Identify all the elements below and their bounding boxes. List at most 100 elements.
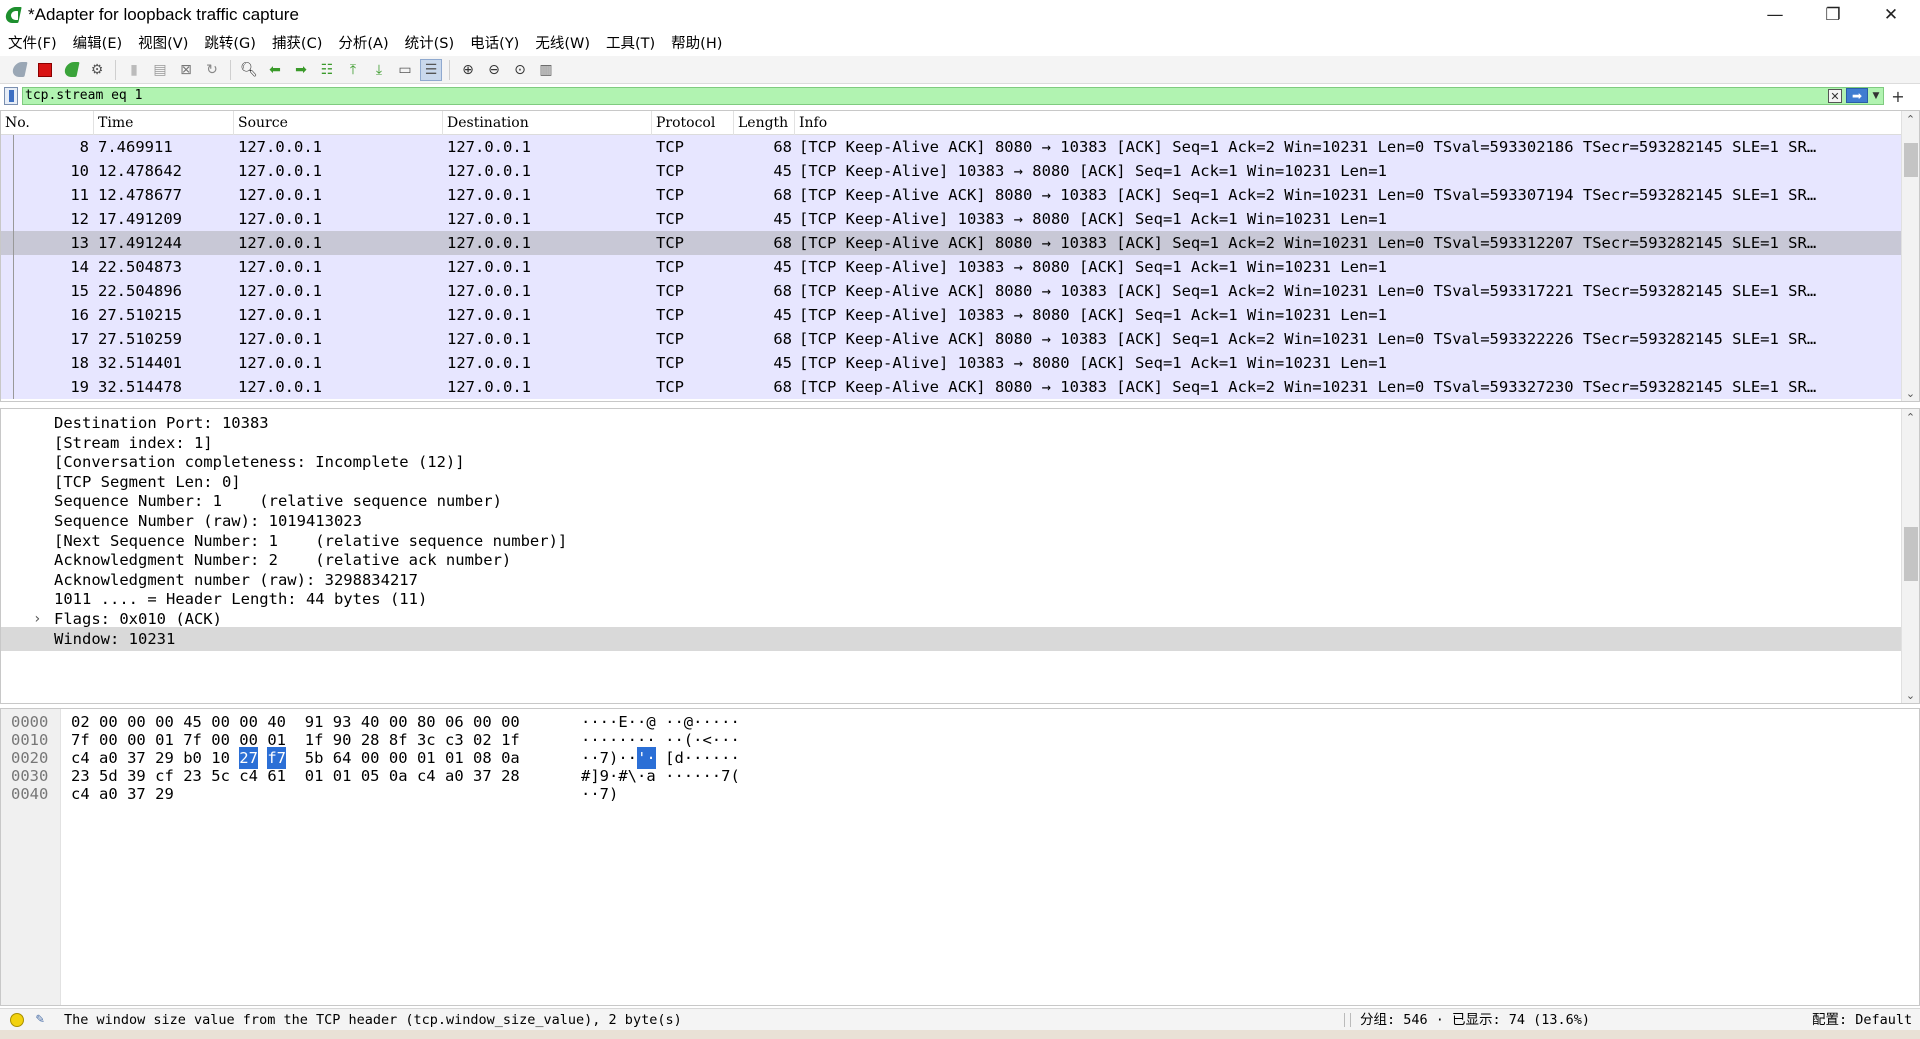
packet-cell-src: 127.0.0.1 bbox=[238, 210, 322, 228]
menu-telephony[interactable]: 电话(Y) bbox=[462, 30, 527, 54]
bookmark-icon[interactable] bbox=[4, 87, 18, 105]
scroll-down-icon[interactable]: ⌄ bbox=[1902, 687, 1919, 703]
status-bar: ✎ The window size value from the TCP hea… bbox=[0, 1008, 1920, 1030]
packet-cell-len: 45 bbox=[773, 210, 792, 228]
packet-row[interactable]: 17 27.510259 127.0.0.1 127.0.0.1 TCP 68 [TCP K… bbox=[1, 327, 1901, 351]
column-header-protocol[interactable]: Protocol bbox=[652, 111, 734, 135]
main-toolbar: ⚙ ▮ ▤ ⊠ ↻ 🔍︎ ⬅ ➡ ☷ ⤒ ⤓ ▭ ☰ ⊕ ⊖ ⊙ ▥ bbox=[0, 56, 1920, 84]
restart-capture-icon[interactable] bbox=[60, 59, 82, 81]
menu-edit[interactable]: 编辑(E) bbox=[65, 30, 130, 54]
packet-cell-src: 127.0.0.1 bbox=[238, 234, 322, 252]
packet-cell-info: [TCP Keep-Alive ACK] 8080 → 10383 [ACK] … bbox=[799, 378, 1817, 396]
close-file-icon[interactable]: ⊠ bbox=[175, 59, 197, 81]
go-forward-icon[interactable]: ➡ bbox=[290, 59, 312, 81]
packet-cell-info: [TCP Keep-Alive ACK] 8080 → 10383 [ACK] … bbox=[799, 330, 1817, 348]
packet-list-scrollbar[interactable]: ⌃ ⌄ bbox=[1901, 111, 1919, 401]
reload-file-icon[interactable]: ↻ bbox=[201, 59, 223, 81]
packet-cell-no: 15 bbox=[70, 282, 89, 300]
menu-help[interactable]: 帮助(H) bbox=[663, 30, 730, 54]
column-header-length[interactable]: Length bbox=[734, 111, 795, 135]
zoom-out-icon[interactable]: ⊖ bbox=[483, 59, 505, 81]
menu-analyze[interactable]: 分析(A) bbox=[330, 30, 396, 54]
capture-options-icon[interactable]: ⚙ bbox=[86, 59, 108, 81]
add-filter-button-icon[interactable]: + bbox=[1890, 86, 1906, 106]
autoscroll-icon[interactable]: ▭ bbox=[394, 59, 416, 81]
clear-filter-icon[interactable]: ✕ bbox=[1828, 89, 1842, 103]
column-header-info[interactable]: Info bbox=[795, 111, 1901, 135]
menu-capture[interactable]: 捕获(C) bbox=[264, 30, 330, 54]
menu-go[interactable]: 跳转(G) bbox=[196, 30, 264, 54]
packet-row[interactable]: 8 7.469911 127.0.0.1 127.0.0.1 TCP 68 [TCP Kee… bbox=[1, 135, 1901, 159]
start-capture-icon[interactable] bbox=[8, 59, 30, 81]
resize-columns-icon[interactable]: ▥ bbox=[535, 59, 557, 81]
packet-row[interactable]: 18 32.514401 127.0.0.1 127.0.0.1 TCP 45 [TCP K… bbox=[1, 351, 1901, 375]
details-scrollbar[interactable]: ⌃ ⌄ bbox=[1901, 409, 1919, 703]
capture-comment-icon[interactable]: ✎ bbox=[32, 1011, 48, 1027]
minimize-button[interactable]: — bbox=[1746, 0, 1804, 30]
hex-byte[interactable]: a0 bbox=[99, 783, 118, 805]
hex-byte[interactable]: c4 bbox=[71, 783, 90, 805]
expert-info-icon[interactable] bbox=[10, 1013, 24, 1027]
go-first-icon[interactable]: ⤒ bbox=[342, 59, 364, 81]
packet-cell-dst: 127.0.0.1 bbox=[447, 378, 531, 396]
zoom-normal-icon[interactable]: ⊙ bbox=[509, 59, 531, 81]
ascii-segment[interactable]: ··7) bbox=[581, 783, 618, 805]
wireshark-logo-icon bbox=[4, 6, 22, 24]
packet-cell-dst: 127.0.0.1 bbox=[447, 138, 531, 156]
filter-history-dropdown-icon[interactable]: ▼ bbox=[1870, 89, 1882, 103]
packet-cell-dst: 127.0.0.1 bbox=[447, 306, 531, 324]
packet-cell-src: 127.0.0.1 bbox=[238, 162, 322, 180]
restore-button[interactable]: ❐ bbox=[1804, 0, 1862, 30]
packet-row[interactable]: 16 27.510215 127.0.0.1 127.0.0.1 TCP 45 [TCP K… bbox=[1, 303, 1901, 327]
profile-label[interactable]: 配置: Default bbox=[1812, 1009, 1912, 1031]
packet-row[interactable]: 13 17.491244 127.0.0.1 127.0.0.1 TCP 68 [TCP K… bbox=[1, 231, 1901, 255]
packet-cell-time: 7.469911 bbox=[98, 138, 173, 156]
column-header-no[interactable]: No. bbox=[1, 111, 94, 135]
close-button[interactable]: ✕ bbox=[1862, 0, 1920, 30]
packet-cell-info: [TCP Keep-Alive ACK] 8080 → 10383 [ACK] … bbox=[799, 234, 1817, 252]
scroll-up-icon[interactable]: ⌃ bbox=[1902, 409, 1919, 425]
column-header-source[interactable]: Source bbox=[234, 111, 443, 135]
scroll-thumb[interactable] bbox=[1904, 527, 1918, 581]
column-header-destination[interactable]: Destination bbox=[443, 111, 652, 135]
packet-cell-proto: TCP bbox=[656, 210, 684, 228]
hex-byte[interactable]: 37 bbox=[127, 783, 146, 805]
display-filter-bar: tcp.stream eq 1 ✕ ➡ ▼ + bbox=[0, 86, 1920, 106]
hex-byte[interactable]: 29 bbox=[155, 783, 174, 805]
open-file-icon[interactable]: ▮ bbox=[123, 59, 145, 81]
display-filter-input[interactable]: tcp.stream eq 1 bbox=[22, 87, 1884, 105]
packet-row[interactable]: 15 22.504896 127.0.0.1 127.0.0.1 TCP 68 [TCP K… bbox=[1, 279, 1901, 303]
menu-statistics[interactable]: 统计(S) bbox=[397, 30, 463, 54]
column-header-time[interactable]: Time bbox=[94, 111, 234, 135]
packet-row[interactable]: 14 22.504873 127.0.0.1 127.0.0.1 TCP 45 [TCP K… bbox=[1, 255, 1901, 279]
save-file-icon[interactable]: ▤ bbox=[149, 59, 171, 81]
stop-capture-icon[interactable] bbox=[34, 59, 56, 81]
find-packet-icon[interactable]: 🔍︎ bbox=[238, 59, 260, 81]
menu-view[interactable]: 视图(V) bbox=[130, 30, 196, 54]
packet-row[interactable]: 10 12.478642 127.0.0.1 127.0.0.1 TCP 45 [TCP K… bbox=[1, 159, 1901, 183]
packet-cell-time: 17.491244 bbox=[98, 234, 182, 252]
packet-row[interactable]: 12 17.491209 127.0.0.1 127.0.0.1 TCP 45 [TCP K… bbox=[1, 207, 1901, 231]
scroll-down-icon[interactable]: ⌄ bbox=[1902, 385, 1919, 401]
packet-cell-no: 18 bbox=[70, 354, 89, 372]
packet-cell-no: 13 bbox=[70, 234, 89, 252]
packet-cell-time: 12.478677 bbox=[98, 186, 182, 204]
scroll-thumb[interactable] bbox=[1904, 143, 1918, 177]
packet-row[interactable]: 19 32.514478 127.0.0.1 127.0.0.1 TCP 68 [TCP K… bbox=[1, 375, 1901, 399]
apply-filter-icon[interactable]: ➡ bbox=[1846, 88, 1868, 103]
go-to-packet-icon[interactable]: ☷ bbox=[316, 59, 338, 81]
colorize-icon[interactable]: ☰ bbox=[420, 58, 442, 81]
packet-cell-len: 68 bbox=[773, 378, 792, 396]
scroll-up-icon[interactable]: ⌃ bbox=[1902, 111, 1919, 127]
menu-tools[interactable]: 工具(T) bbox=[598, 30, 663, 54]
packet-cell-no: 16 bbox=[70, 306, 89, 324]
toolbar-separator bbox=[115, 59, 116, 80]
packet-cell-no: 12 bbox=[70, 210, 89, 228]
go-last-icon[interactable]: ⤓ bbox=[368, 59, 390, 81]
packet-row[interactable]: 11 12.478677 127.0.0.1 127.0.0.1 TCP 68 [TCP K… bbox=[1, 183, 1901, 207]
detail-row[interactable]: Window: 10231 bbox=[1, 626, 1901, 651]
zoom-in-icon[interactable]: ⊕ bbox=[457, 59, 479, 81]
menu-wireless[interactable]: 无线(W) bbox=[527, 30, 598, 54]
menu-file[interactable]: 文件(F) bbox=[0, 30, 65, 54]
go-back-icon[interactable]: ⬅ bbox=[264, 59, 286, 81]
